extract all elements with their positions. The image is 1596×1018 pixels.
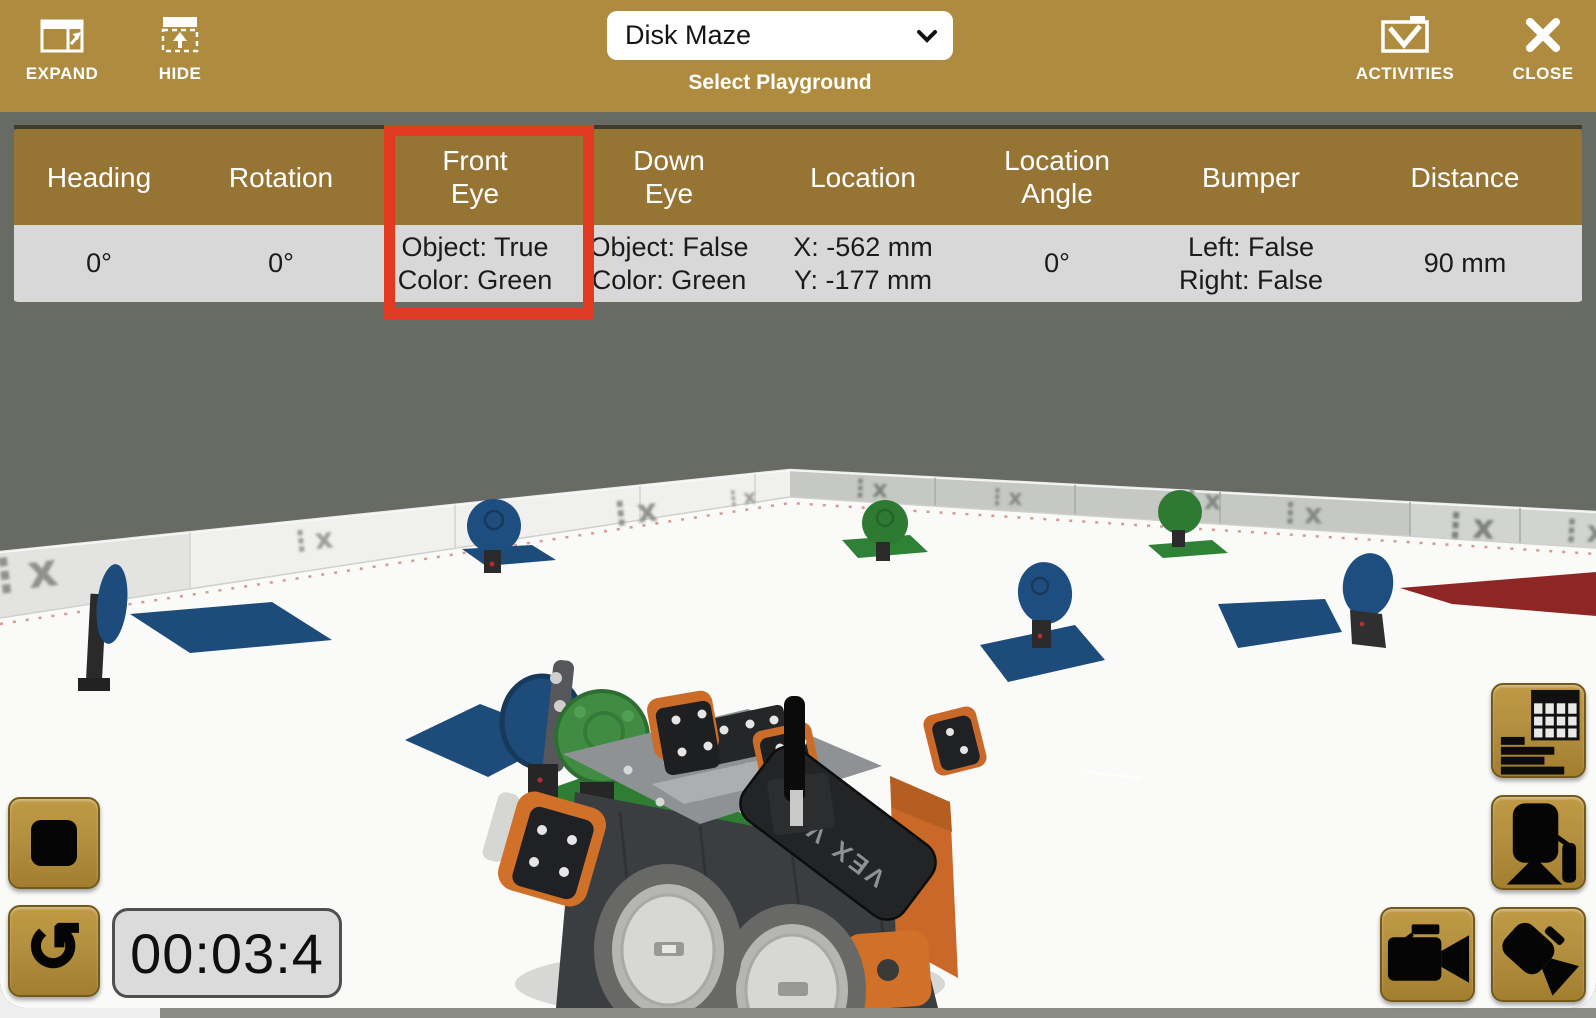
playground-select-value: Disk Maze [625, 20, 751, 51]
dashboard-icon [1493, 685, 1584, 777]
vex-wall-logo: ⋮x [986, 485, 1023, 511]
vex-wall-logo: ⋮x [1556, 513, 1596, 551]
chevron-down-icon [917, 29, 937, 43]
expand-icon [40, 14, 84, 54]
vex-wall-logo: ⋮x [848, 474, 889, 503]
camera-tilted-view-button[interactable] [1491, 907, 1586, 1002]
vexcode-vr-app: ⋮x ⋮x ⋮x ⋮x ⋮x ⋮x ⋮x ⋮x ⋮x ⋮x [0, 0, 1596, 1018]
column-header-location: Location [766, 129, 960, 225]
window-bottom-edge [160, 1008, 1596, 1018]
playground-select-caption: Select Playground [607, 71, 953, 95]
timer-display: 00:03:4 [112, 908, 342, 998]
vex-wall-logo: ⋮x [603, 491, 660, 534]
location-value: X: -562 mmY: -177 mm [766, 225, 960, 302]
hide-icon [160, 14, 200, 54]
hide-label: HIDE [159, 64, 202, 84]
vex-wall-logo: ⋮x [1276, 496, 1323, 531]
distance-value: 90 mm [1348, 225, 1582, 302]
expand-label: EXPAND [26, 64, 99, 84]
reset-button[interactable]: ↺ [8, 905, 100, 997]
video-camera-icon [1382, 909, 1473, 1001]
stop-icon [31, 820, 77, 866]
activities-button[interactable]: ACTIVITIES [1350, 14, 1460, 84]
dashboard-toggle-button[interactable] [1491, 683, 1586, 778]
vex-wall-logo: ⋮x [722, 484, 757, 511]
rotation-value: 0° [184, 225, 378, 302]
playground-select[interactable]: Disk Maze [607, 11, 953, 60]
heading-value: 0° [14, 225, 184, 302]
column-header-down-eye: DownEye [572, 129, 766, 225]
bumper-value: Left: FalseRight: False [1154, 225, 1348, 302]
window-bottom-edge-left [0, 1008, 160, 1018]
vex-wall-logo: ⋮x [0, 542, 60, 605]
vex-wall-logo: ⋮x [285, 521, 334, 559]
sensor-dashboard-header-row: Heading Rotation FrontEye DownEye Locati… [14, 129, 1582, 225]
topbar: EXPAND HIDE Disk Maze Select Playground [0, 0, 1596, 112]
video-camera-tilted-icon [1493, 909, 1584, 1001]
sensor-dashboard-value-row: 0° 0° Object: TrueColor: Green Object: F… [14, 225, 1582, 305]
front-eye-value: Object: TrueColor: Green [378, 225, 572, 302]
vex-wall-logo: ⋮x [1438, 505, 1496, 548]
activities-label: ACTIVITIES [1356, 64, 1455, 84]
hide-button[interactable]: HIDE [135, 14, 225, 84]
column-header-rotation: Rotation [184, 129, 378, 225]
reset-ccw-arrow-icon: ↺ [26, 914, 81, 980]
timer-value: 00:03:4 [130, 921, 324, 986]
down-eye-value: Object: FalseColor: Green [572, 225, 766, 302]
close-button[interactable]: CLOSE [1505, 14, 1581, 84]
robot-antenna [784, 696, 805, 802]
column-header-heading: Heading [14, 129, 184, 225]
column-header-distance: Distance [1348, 129, 1582, 225]
robot-camera-icon [1493, 797, 1584, 889]
camera-view-button[interactable] [1380, 907, 1475, 1002]
column-header-location-angle: LocationAngle [960, 129, 1154, 225]
column-header-front-eye: FrontEye [378, 129, 572, 225]
activities-icon [1381, 14, 1429, 54]
close-label: CLOSE [1512, 64, 1573, 84]
expand-button[interactable]: EXPAND [17, 14, 107, 84]
sensor-dashboard: Heading Rotation FrontEye DownEye Locati… [14, 125, 1582, 305]
robot-view-button[interactable] [1491, 795, 1586, 890]
stop-button[interactable] [8, 797, 100, 889]
column-header-bumper: Bumper [1154, 129, 1348, 225]
close-icon [1524, 14, 1562, 54]
location-angle-value: 0° [960, 225, 1154, 302]
